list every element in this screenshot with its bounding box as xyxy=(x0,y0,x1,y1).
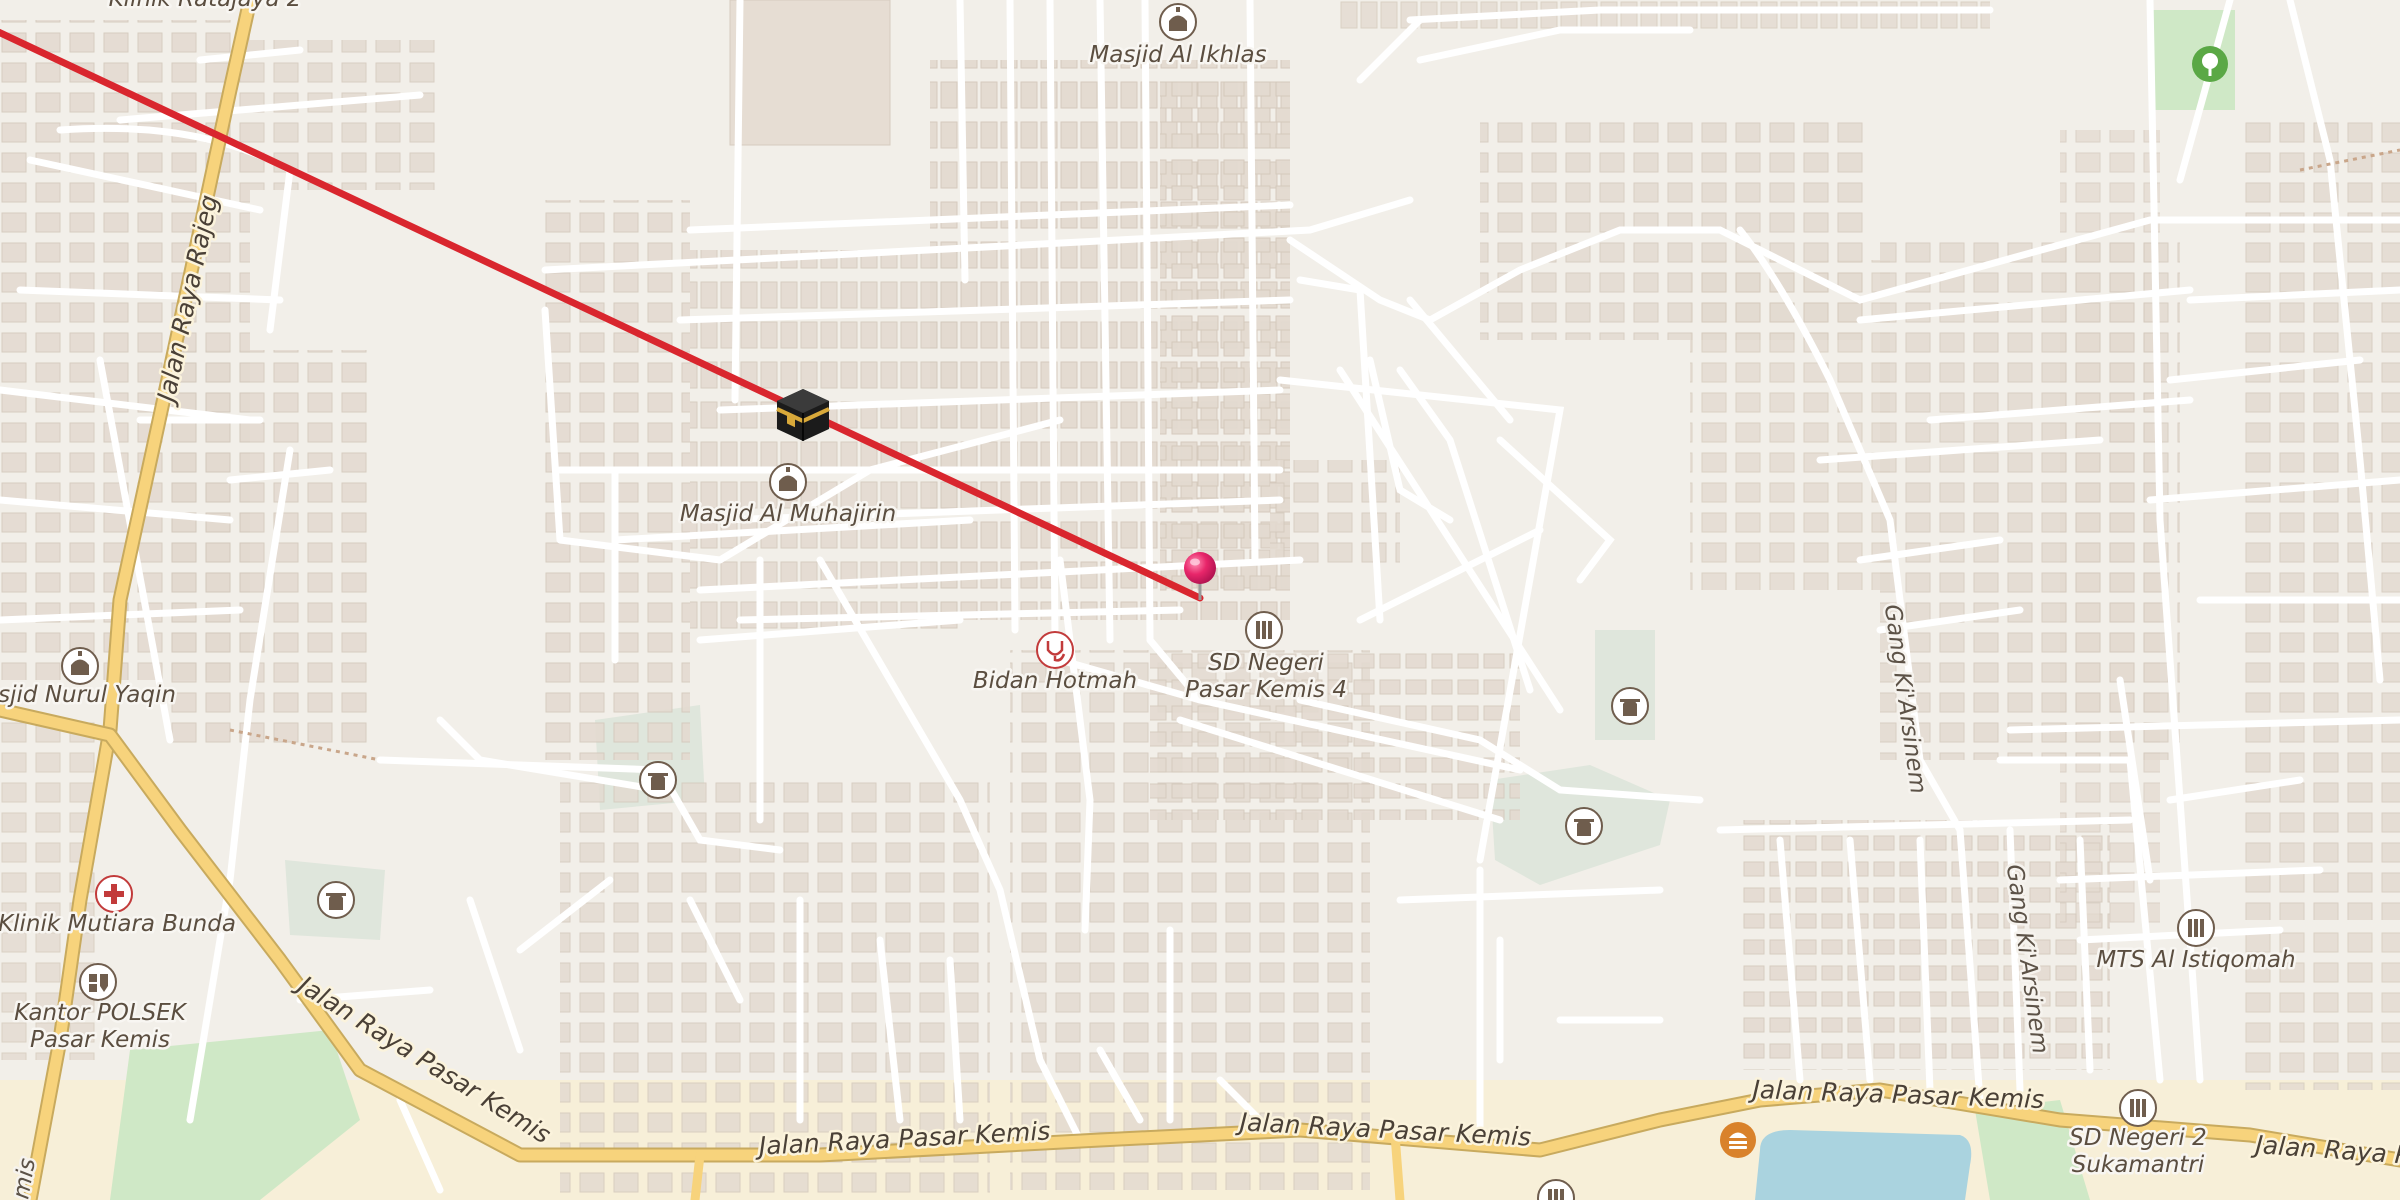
label-masjid-nurul-yaqin: asjid Nurul Yaqin xyxy=(0,682,176,708)
grave-icon[interactable] xyxy=(1565,807,1603,845)
label-sd-negeri-2-line2: Sukamantri xyxy=(2072,1152,2205,1178)
label-sd-negeri-line1: SD Negeri xyxy=(1208,650,1324,676)
tree-icon[interactable] xyxy=(2192,46,2228,82)
mosque-icon[interactable] xyxy=(61,647,99,685)
label-sd-negeri-2-line1: SD Negeri 2 xyxy=(2069,1125,2207,1151)
mosque-icon[interactable] xyxy=(769,463,807,501)
label-kantor-polsek-line1: Kantor POLSEK xyxy=(14,1000,188,1026)
clinic-cross-icon[interactable] xyxy=(95,875,133,913)
label-bidan-hotmah: Bidan Hotmah xyxy=(973,668,1137,694)
school-icon[interactable] xyxy=(2119,1089,2157,1127)
school-icon[interactable] xyxy=(2177,909,2215,947)
school-icon[interactable] xyxy=(1245,611,1283,649)
label-kantor-polsek-line2: Pasar Kemis xyxy=(30,1027,170,1053)
label-masjid-al-ikhlas: Masjid Al Ikhlas xyxy=(1089,42,1266,68)
lake xyxy=(1755,1130,1972,1200)
label-sd-negeri-line2: Pasar Kemis 4 xyxy=(1185,677,1347,703)
label-mts-al-istiqomah: MTS Al Istiqomah xyxy=(2096,947,2295,973)
burger-icon[interactable] xyxy=(1720,1122,1756,1158)
grave-icon[interactable] xyxy=(1611,687,1649,725)
map-svg[interactable]: Jalan Raya Rajeg Jalan Raya Pasar Kemis … xyxy=(0,0,2400,1200)
stethoscope-icon[interactable] xyxy=(1036,631,1074,669)
label-klinik-mutiara-bunda: Klinik Mutiara Bunda xyxy=(0,911,236,937)
large-building xyxy=(729,0,891,146)
grave-icon[interactable] xyxy=(639,761,677,799)
police-icon[interactable] xyxy=(79,963,117,1001)
grave-icon[interactable] xyxy=(317,881,355,919)
label-masjid-al-muhajirin: Masjid Al Muhajirin xyxy=(680,501,896,527)
label-klinik-ratajaya: Klinik Ratajaya 2 xyxy=(109,0,302,12)
mosque-icon[interactable] xyxy=(1159,3,1197,41)
map-canvas[interactable]: Jalan Raya Rajeg Jalan Raya Pasar Kemis … xyxy=(0,0,2400,1200)
